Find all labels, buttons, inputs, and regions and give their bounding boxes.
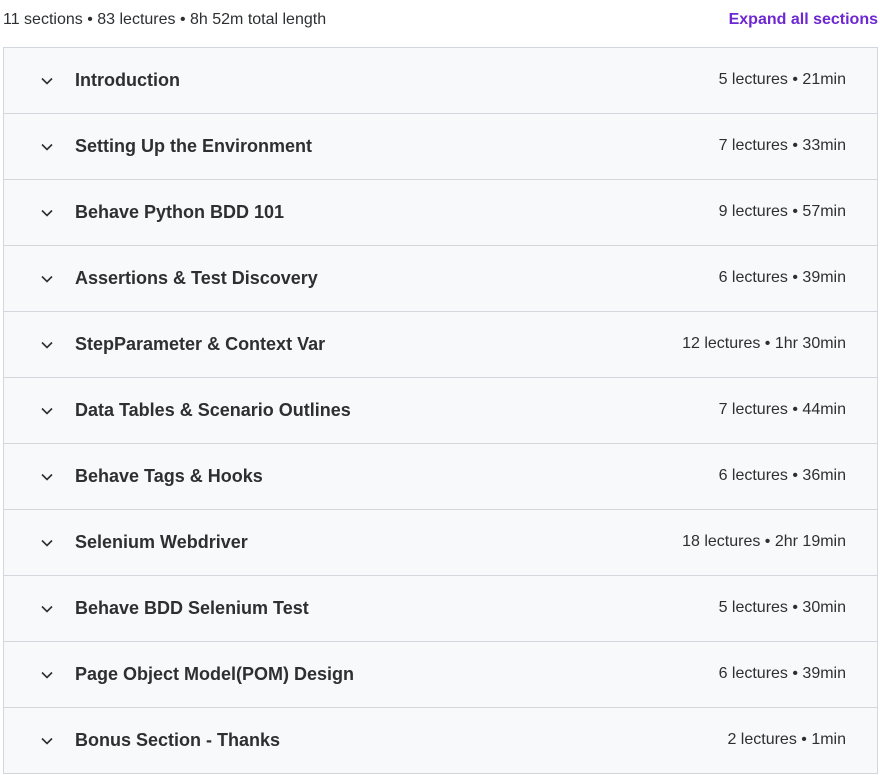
section-row[interactable]: Introduction 5 lectures • 21min bbox=[4, 48, 877, 114]
section-meta: 6 lectures • 39min bbox=[718, 269, 846, 286]
section-meta: 12 lectures • 1hr 30min bbox=[682, 335, 846, 352]
expand-all-sections-link[interactable]: Expand all sections bbox=[729, 11, 878, 29]
section-row[interactable]: Setting Up the Environment 7 lectures • … bbox=[4, 114, 877, 180]
section-row[interactable]: Behave Python BDD 101 9 lectures • 57min bbox=[4, 180, 877, 246]
section-row[interactable]: Bonus Section - Thanks 2 lectures • 1min bbox=[4, 708, 877, 774]
section-meta: 9 lectures • 57min bbox=[718, 203, 846, 220]
course-summary: 11 sections • 83 lectures • 8h 52m total… bbox=[3, 11, 327, 28]
chevron-down-icon bbox=[40, 668, 54, 682]
section-meta: 7 lectures • 44min bbox=[718, 401, 846, 418]
section-row[interactable]: Page Object Model(POM) Design 6 lectures… bbox=[4, 642, 877, 708]
chevron-down-icon bbox=[40, 272, 54, 286]
section-title: Data Tables & Scenario Outlines bbox=[75, 400, 351, 420]
section-row[interactable]: Behave BDD Selenium Test 5 lectures • 30… bbox=[4, 576, 877, 642]
section-row[interactable]: Selenium Webdriver 18 lectures • 2hr 19m… bbox=[4, 510, 877, 576]
section-title: Introduction bbox=[75, 70, 180, 90]
chevron-down-icon bbox=[40, 734, 54, 748]
section-row[interactable]: Behave Tags & Hooks 6 lectures • 36min bbox=[4, 444, 877, 510]
chevron-down-icon bbox=[40, 404, 54, 418]
section-title: Setting Up the Environment bbox=[75, 136, 313, 156]
section-title: Selenium Webdriver bbox=[75, 532, 248, 552]
section-title: Bonus Section - Thanks bbox=[75, 730, 281, 750]
section-meta: 18 lectures • 2hr 19min bbox=[682, 533, 846, 550]
section-meta: 7 lectures • 33min bbox=[718, 137, 846, 154]
section-row[interactable]: StepParameter & Context Var 12 lectures … bbox=[4, 312, 877, 378]
section-title: StepParameter & Context Var bbox=[75, 334, 326, 354]
section-title: Behave Python BDD 101 bbox=[75, 202, 285, 222]
chevron-down-icon bbox=[40, 338, 54, 352]
section-title: Page Object Model(POM) Design bbox=[75, 664, 355, 684]
section-row[interactable]: Assertions & Test Discovery 6 lectures •… bbox=[4, 246, 877, 312]
curriculum-header: 11 sections • 83 lectures • 8h 52m total… bbox=[0, 0, 880, 44]
chevron-down-icon bbox=[40, 74, 54, 88]
section-title: Behave Tags & Hooks bbox=[75, 466, 263, 486]
chevron-down-icon bbox=[40, 470, 54, 484]
section-meta: 2 lectures • 1min bbox=[727, 731, 846, 748]
section-title: Assertions & Test Discovery bbox=[75, 268, 318, 288]
section-meta: 5 lectures • 21min bbox=[718, 71, 846, 88]
chevron-down-icon bbox=[40, 536, 54, 550]
chevron-down-icon bbox=[40, 140, 54, 154]
section-meta: 6 lectures • 36min bbox=[718, 467, 846, 484]
section-meta: 6 lectures • 39min bbox=[718, 665, 846, 682]
section-title: Behave BDD Selenium Test bbox=[75, 598, 309, 618]
section-list: Introduction 5 lectures • 21min Setting … bbox=[3, 47, 878, 774]
chevron-down-icon bbox=[40, 602, 54, 616]
section-row[interactable]: Data Tables & Scenario Outlines 7 lectur… bbox=[4, 378, 877, 444]
section-meta: 5 lectures • 30min bbox=[718, 599, 846, 616]
chevron-down-icon bbox=[40, 206, 54, 220]
